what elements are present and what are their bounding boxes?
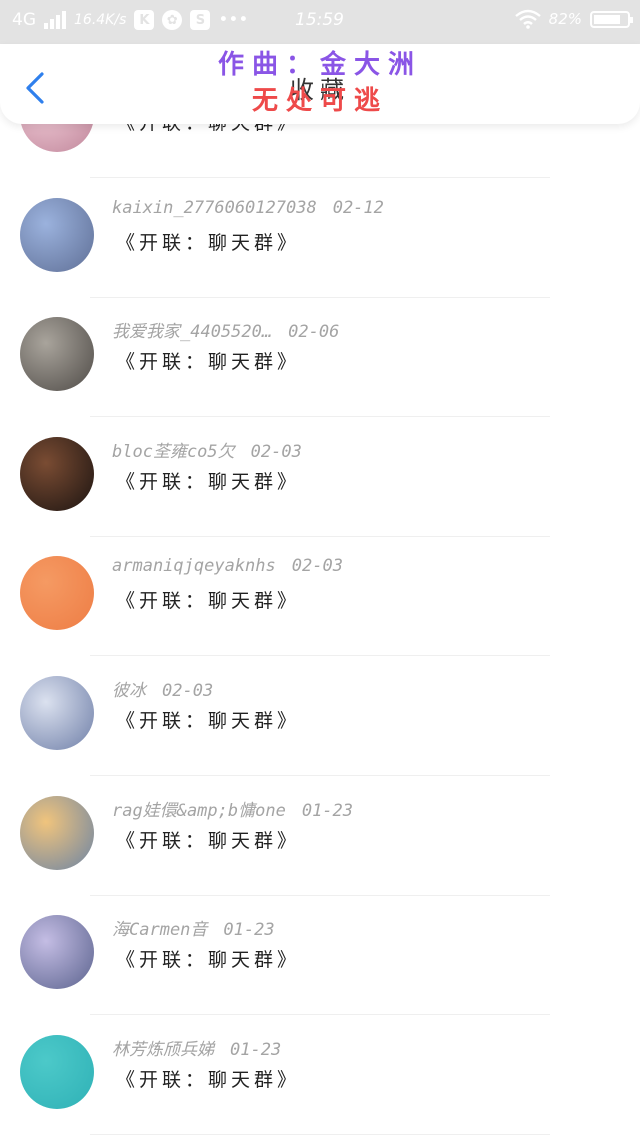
favorite-item[interactable]: 林芳炼颀兵娣 01-23 《开联：聊天群》 [0, 1015, 640, 1135]
network-type: 4G [12, 10, 36, 30]
item-meta: 彼冰 02-03 [112, 676, 213, 701]
signal-icon [44, 11, 66, 29]
sender-name: kaixin_2776060127038 [112, 197, 317, 218]
item-text: 《开联：聊天群》 [116, 829, 301, 852]
item-meta: bloc荃雍co5欠 02-03 [112, 437, 302, 462]
item-meta: 我爱我家_4405520… 02-06 [112, 317, 339, 342]
item-text: 《开联：聊天群》 [116, 231, 301, 254]
item-text: 《开联：聊天群》 [116, 590, 301, 613]
sender-name: rag娃儇&amp;b慵one [112, 800, 286, 821]
avatar[interactable] [20, 795, 94, 870]
sender-name: 我爱我家_4405520… [112, 322, 273, 343]
item-text: 《开联：聊天群》 [116, 710, 301, 732]
clock: 15:59 [295, 10, 344, 30]
item-date: 02-03 [162, 681, 214, 701]
item-meta: 海Carmen音 01-23 [112, 915, 275, 940]
avatar[interactable] [20, 197, 94, 272]
sender-name: 林芳炼颀兵娣 [112, 1039, 214, 1060]
item-date: 02-03 [250, 441, 302, 462]
favorite-item[interactable]: armaniqjqeyaknhs 02-03 《开联：聊天群》 [0, 536, 640, 657]
s-app-icon: S [190, 10, 211, 30]
item-date: 01-23 [230, 1039, 282, 1060]
sender-name: 彼冰 [112, 681, 146, 701]
item-date: 01-23 [301, 800, 354, 821]
avatar[interactable] [20, 915, 94, 990]
favorite-item[interactable]: rag娃儇&amp;b慵one 01-23 《开联：聊天群》 [0, 776, 640, 896]
composer-credit: 作曲：金大洲 [217, 50, 422, 80]
sender-name: bloc荃雍co5欠 [112, 441, 235, 462]
battery-percent: 82% [548, 10, 582, 28]
item-meta: kaixin_2776060127038 02-12 [112, 198, 384, 218]
network-speed: 16.4K/s [74, 12, 127, 28]
favorite-item[interactable]: bloc荃雍co5欠 02-03 《开联：聊天群》 [0, 417, 640, 537]
favorite-item[interactable]: 海Carmen音 01-23 《开联：聊天群》 [0, 895, 640, 1016]
item-meta: 林芳炼颀兵娣 01-23 [112, 1035, 281, 1060]
camera-app-icon: ✿ [162, 10, 183, 30]
nav-header: 收藏 作曲：金大洲 无处可逃 [0, 44, 640, 124]
item-date: 02-03 [291, 556, 343, 577]
item-date: 02-06 [288, 322, 340, 343]
avatar[interactable] [20, 556, 94, 631]
k-app-icon: K [134, 10, 155, 30]
sender-name: 海Carmen音 [112, 920, 208, 941]
favorite-item[interactable]: 我爱我家_4405520… 02-06 《开联：聊天群》 [0, 297, 640, 418]
avatar[interactable] [20, 436, 94, 511]
avatar[interactable] [20, 1034, 94, 1109]
item-text: 《开联：聊天群》 [116, 351, 301, 374]
favorite-item[interactable]: 彼冰 02-03 《开联：聊天群》 [0, 656, 640, 776]
status-bar: 4G 16.4K/s K ✿ S ••• 15:59 82% [0, 0, 640, 44]
item-date: 01-23 [223, 920, 275, 941]
more-notifications-icon: ••• [218, 10, 249, 30]
item-text: 《开联：聊天群》 [116, 949, 301, 972]
sender-name: armaniqjqeyaknhs [112, 556, 276, 577]
favorite-item[interactable]: kaixin_2776060127038 02-12 《开联：聊天群》 [0, 178, 640, 298]
item-text: 《开联：聊天群》 [116, 1068, 301, 1091]
song-title-overlay: 无处可逃 [251, 86, 388, 116]
wifi-icon [514, 9, 541, 29]
avatar[interactable] [20, 317, 94, 392]
divider [90, 1133, 550, 1135]
item-date: 02-12 [332, 197, 384, 218]
item-meta: rag娃儇&amp;b慵one 01-23 [112, 796, 353, 821]
item-meta: armaniqjqeyaknhs 02-03 [112, 556, 343, 576]
item-text: 《开联：聊天群》 [116, 470, 301, 493]
battery-icon [590, 10, 633, 28]
avatar[interactable] [20, 676, 94, 750]
